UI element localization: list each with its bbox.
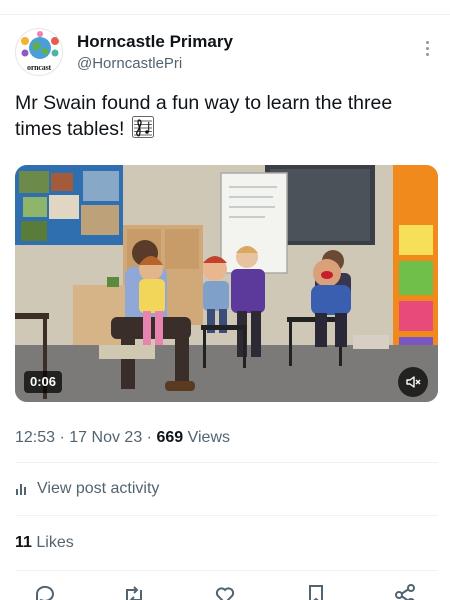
views-count: 669 [156, 429, 184, 446]
share-icon[interactable] [392, 582, 418, 600]
divider [15, 570, 438, 571]
action-bar [0, 582, 450, 600]
repost-icon[interactable] [121, 582, 147, 600]
like-icon[interactable] [212, 582, 238, 600]
views-label: Views [187, 429, 230, 446]
more-options-icon[interactable] [420, 38, 434, 60]
meta-separator: · [59, 429, 65, 446]
post-body: Mr Swain found a fun way to learn the th… [15, 92, 393, 140]
author-handle[interactable]: @HorncastlePri [77, 55, 182, 72]
bookmark-icon[interactable] [303, 582, 329, 600]
likes-count: 11 [15, 534, 32, 551]
mute-button[interactable] [398, 367, 428, 397]
top-divider [0, 14, 450, 15]
reply-icon[interactable] [32, 582, 58, 600]
view-post-activity-label: View post activity [37, 480, 160, 497]
post-text: Mr Swain found a fun way to learn the th… [15, 90, 435, 142]
musical-score-icon [131, 116, 154, 138]
bar-chart-icon [16, 484, 26, 495]
post-meta: 12:53 · 17 Nov 23 · 669 Views [15, 429, 230, 447]
meta-separator: · [146, 429, 152, 446]
likes-label: Likes [36, 534, 74, 551]
post-date[interactable]: 17 Nov 23 [69, 429, 142, 446]
post-time[interactable]: 12:53 [15, 429, 55, 446]
divider [15, 515, 438, 516]
divider [15, 462, 438, 463]
likes-link[interactable]: 11 Likes [15, 534, 74, 552]
video-player[interactable]: 0:06 [15, 165, 438, 402]
video-duration: 0:06 [24, 371, 63, 393]
author-display-name[interactable]: Horncastle Primary [77, 32, 233, 52]
view-post-activity-link[interactable]: View post activity [15, 480, 159, 498]
video-thumbnail [15, 165, 438, 402]
avatar-text: orncast [27, 63, 51, 72]
avatar[interactable]: orncast [15, 28, 63, 76]
speaker-muted-icon [406, 376, 421, 388]
